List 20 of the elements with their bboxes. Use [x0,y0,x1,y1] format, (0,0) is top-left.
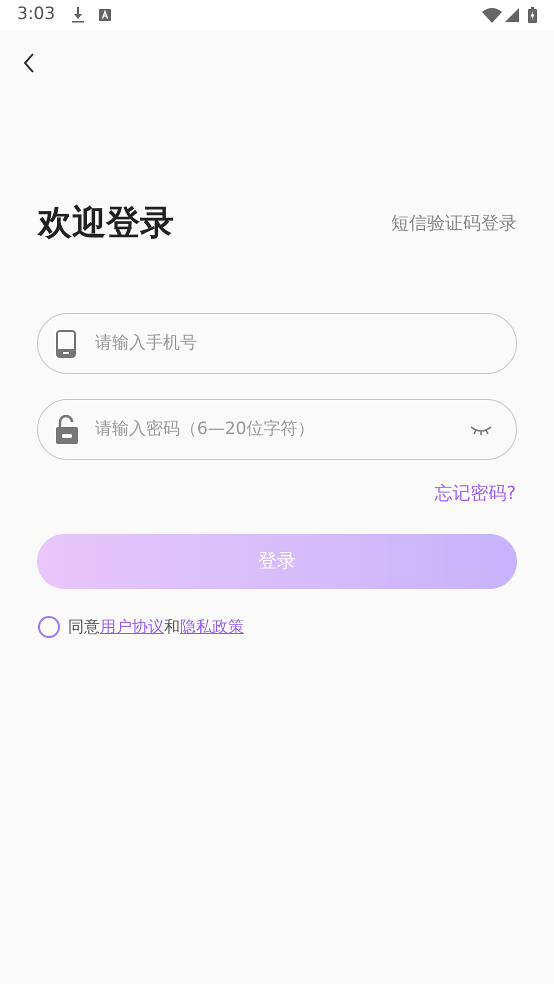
signal-icon [505,8,519,22]
sms-login-link[interactable]: 短信验证码登录 [391,210,517,237]
password-input[interactable]: 请输入密码（6—20位字符） [95,416,470,442]
password-field[interactable]: 请输入密码（6—20位字符） [37,399,517,460]
forgot-password-link[interactable]: 忘记密码? [434,480,516,507]
agreement-text: 和 [164,616,180,638]
status-time: 3:03 [17,3,56,26]
keyboard-icon [99,9,112,21]
phone-field[interactable]: 请输入手机号 [37,313,517,374]
phone-input[interactable]: 请输入手机号 [95,330,516,356]
lock-icon [56,414,78,444]
agreement-link[interactable]: 隐私政策 [180,615,244,639]
battery-icon [528,7,537,23]
phone-icon [56,330,76,358]
download-icon [71,7,86,23]
page-title: 欢迎登录 [38,202,174,245]
wifi-icon [482,8,502,22]
agreement-checkbox[interactable] [38,616,60,638]
agreement-link[interactable]: 用户协议 [100,615,164,639]
agreement-text: 同意 [68,616,100,638]
